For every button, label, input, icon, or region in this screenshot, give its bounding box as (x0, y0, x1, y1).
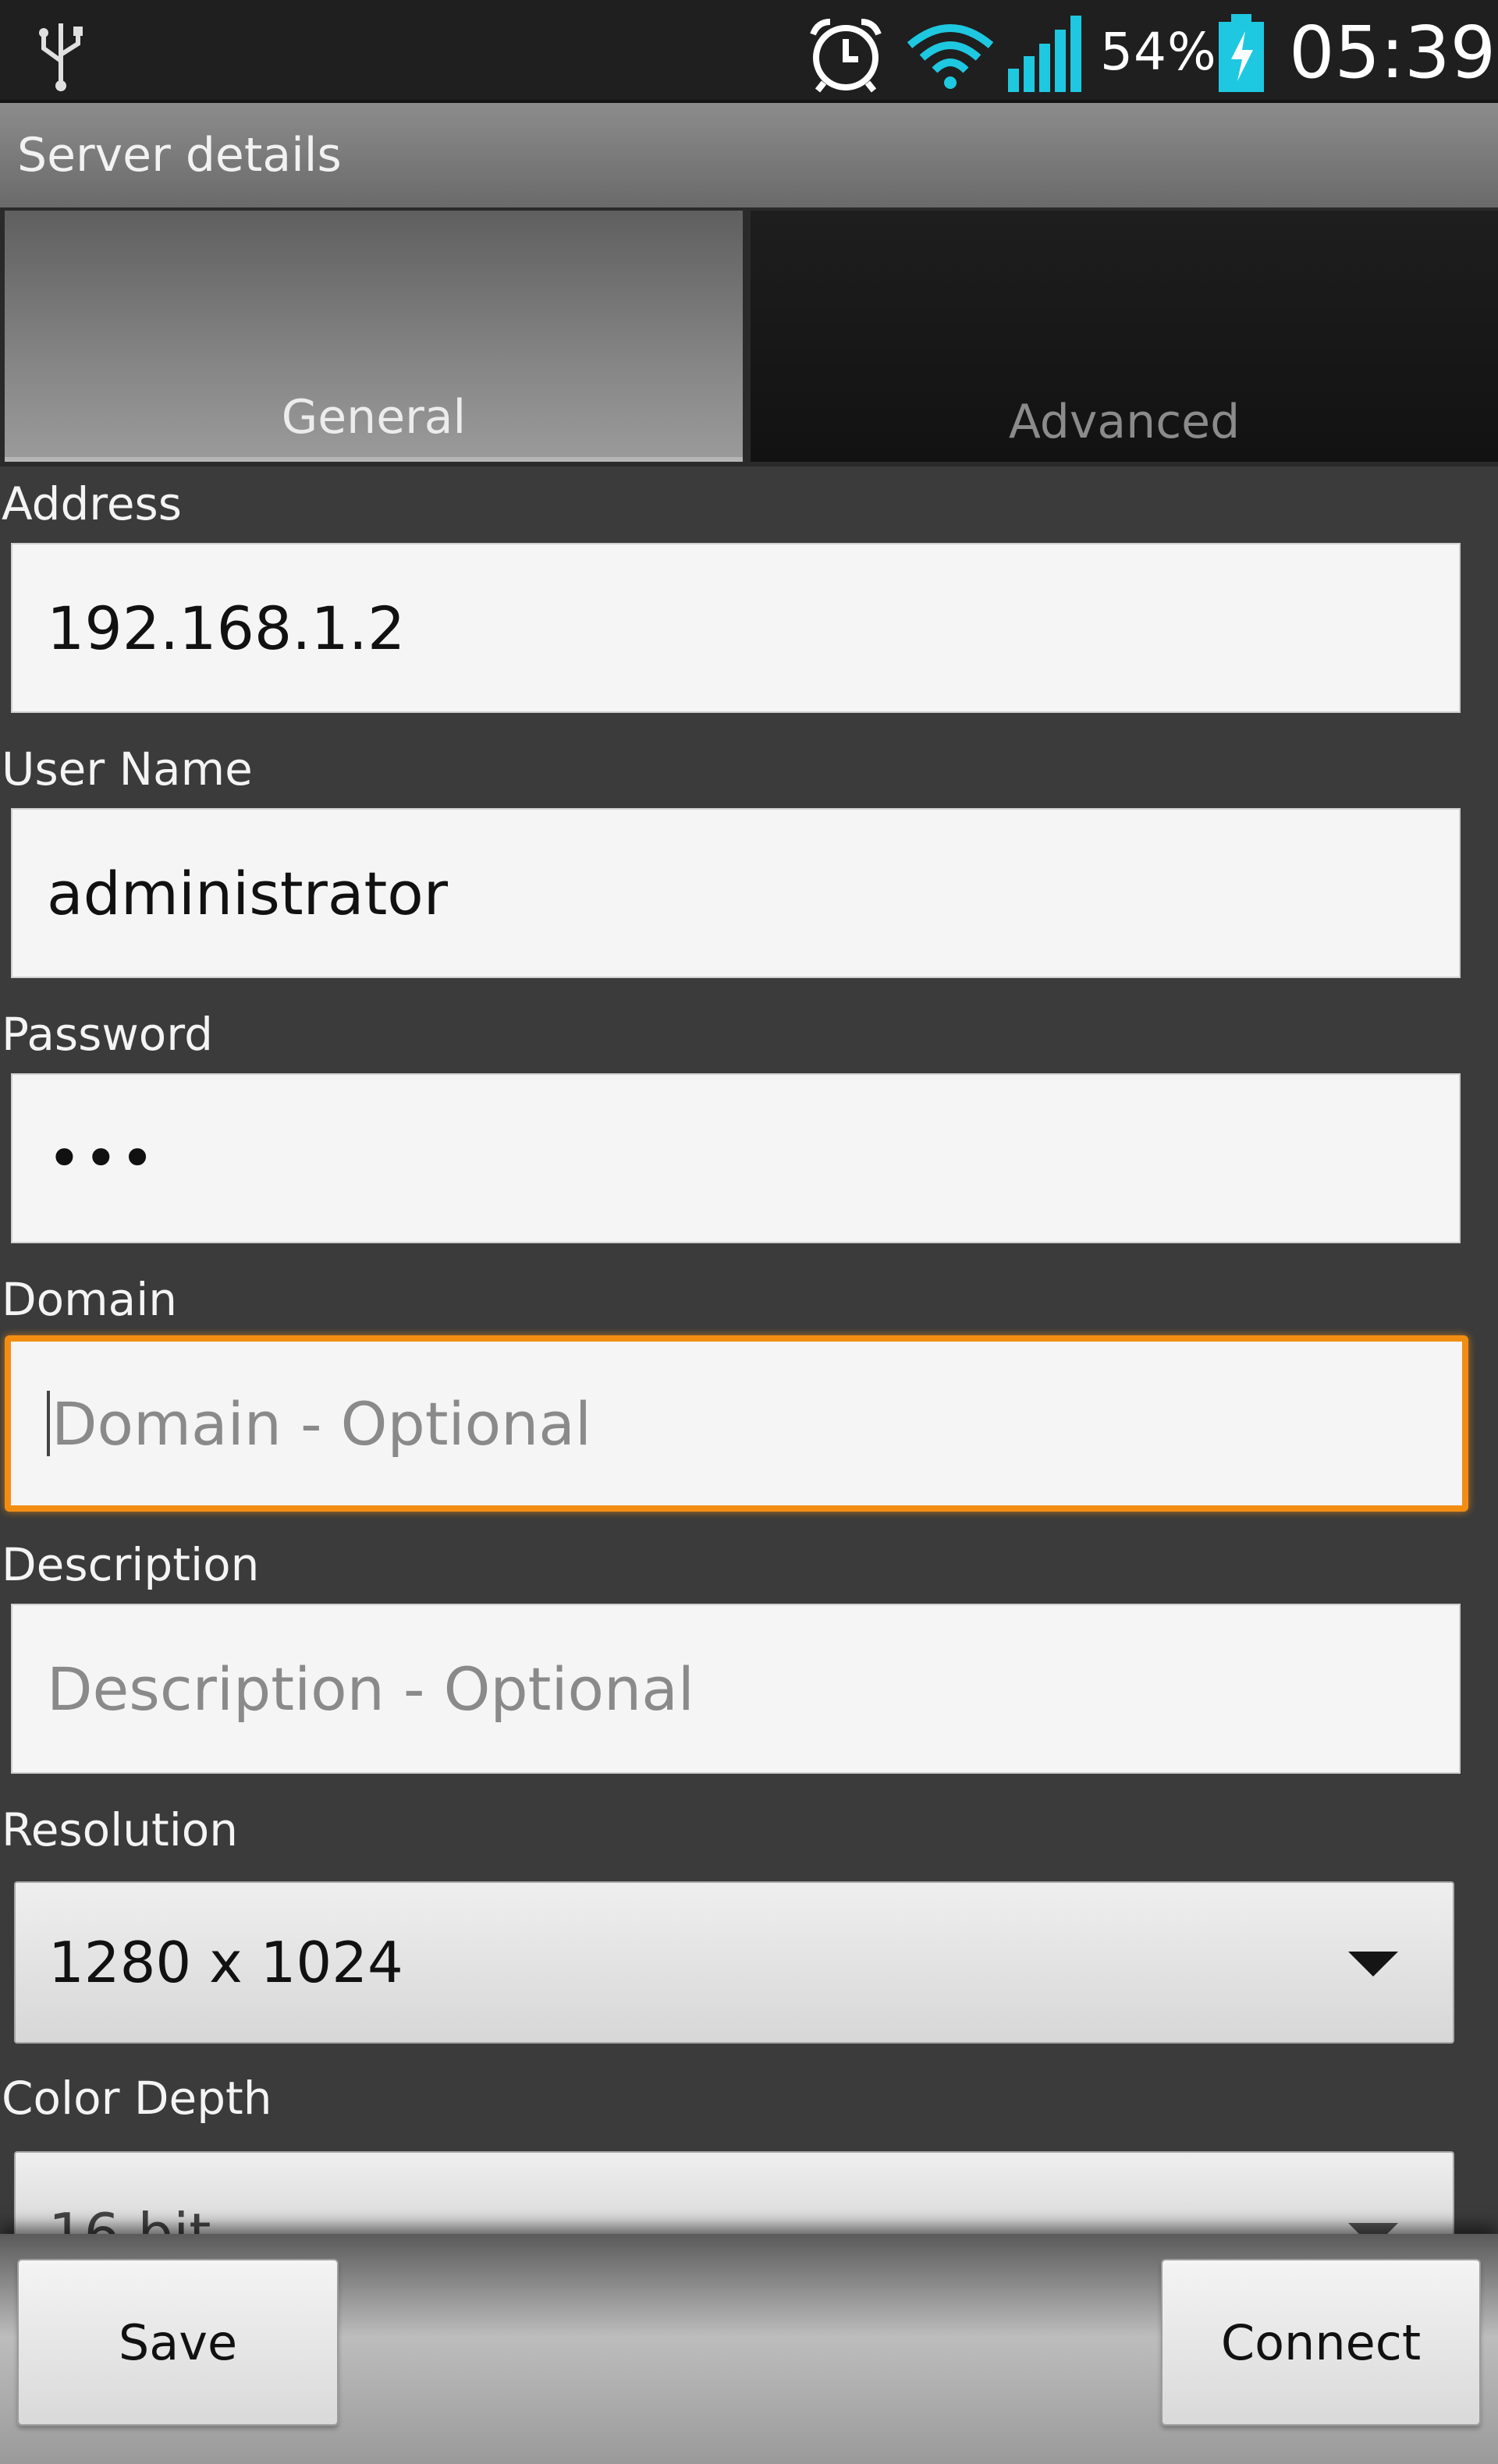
color-depth-label: Color Depth (2, 2072, 272, 2125)
domain-placeholder: Domain - Optional (51, 1388, 591, 1459)
status-clock: 05:39 (1289, 11, 1496, 94)
connect-button[interactable]: Connect (1161, 2259, 1481, 2426)
address-value: 192.168.1.2 (47, 593, 406, 663)
tab-advanced[interactable]: Advanced (751, 211, 1498, 462)
color-depth-dropdown[interactable]: 16 bit (14, 2151, 1454, 2245)
battery-percent: 54% (1100, 22, 1217, 82)
resolution-dropdown[interactable]: 1280 x 1024 (14, 1881, 1454, 2044)
description-placeholder: Description - Optional (47, 1654, 694, 1724)
save-button[interactable]: Save (17, 2259, 339, 2426)
dropdown-arrow-icon (1348, 1952, 1398, 1977)
app-screen: 54% 05:39 Server details General Advance… (0, 0, 1498, 2464)
domain-label: Domain (2, 1273, 178, 1326)
battery-charging-icon (1219, 14, 1264, 92)
description-input[interactable]: Description - Optional (11, 1604, 1461, 1774)
tab-general-label: General (281, 390, 467, 445)
username-value: administrator (47, 858, 449, 928)
title-bar: Server details (0, 103, 1498, 207)
usb-icon (39, 23, 83, 91)
description-label: Description (2, 1538, 260, 1591)
wifi-icon (907, 24, 994, 89)
resolution-label: Resolution (2, 1803, 239, 1856)
address-input[interactable]: 192.168.1.2 (11, 543, 1461, 713)
username-label: User Name (2, 743, 253, 796)
domain-input[interactable]: Domain - Optional (5, 1335, 1468, 1512)
alarm-clock-icon (810, 19, 882, 93)
password-value: ••• (47, 1123, 157, 1193)
page-title: Server details (17, 128, 342, 183)
address-label: Address (2, 477, 182, 530)
resolution-value: 1280 x 1024 (48, 1930, 403, 1995)
username-input[interactable]: administrator (11, 808, 1461, 978)
password-label: Password (2, 1008, 213, 1061)
tab-bar: General Advanced (0, 207, 1498, 466)
action-bar: Save Connect (0, 2234, 1498, 2464)
password-input[interactable]: ••• (11, 1073, 1461, 1243)
text-cursor (47, 1391, 50, 1456)
status-bar: 54% 05:39 (0, 0, 1498, 103)
cellular-signal-icon (1008, 16, 1081, 92)
tab-advanced-label: Advanced (1008, 395, 1241, 449)
tab-general[interactable]: General (5, 211, 743, 462)
